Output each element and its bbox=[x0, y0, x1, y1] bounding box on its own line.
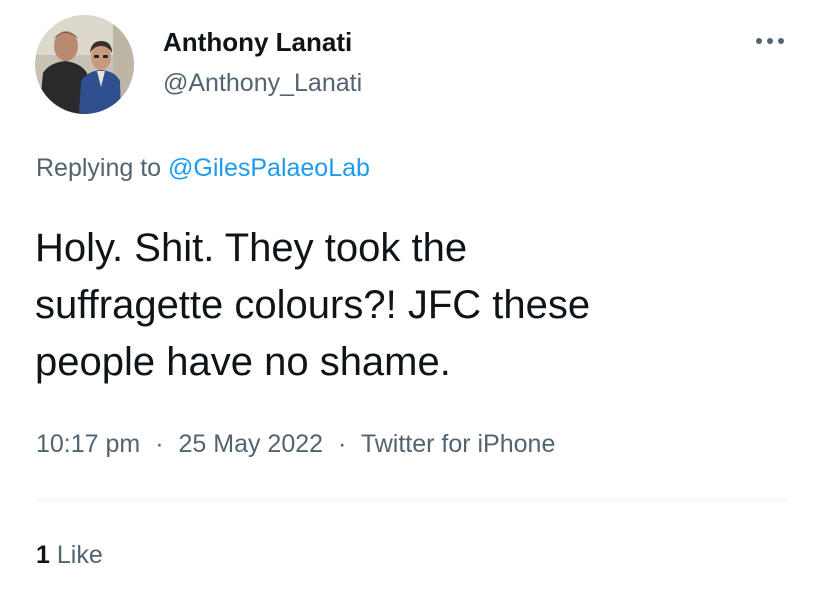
meta-separator: · bbox=[155, 430, 164, 458]
replying-to: Replying to @GilesPalaeoLab bbox=[36, 152, 370, 184]
tweet-text-line: people have no shame. bbox=[35, 340, 451, 384]
like-label: Like bbox=[56, 541, 103, 569]
tweet-text-line: Holy. Shit. They took the bbox=[35, 226, 468, 270]
replying-to-label: Replying to bbox=[36, 154, 162, 182]
divider bbox=[36, 499, 788, 500]
avatar[interactable] bbox=[35, 15, 134, 114]
more-horizontal-icon bbox=[756, 38, 784, 44]
avatar-photo bbox=[35, 15, 134, 114]
more-options-button[interactable] bbox=[752, 26, 788, 56]
tweet-source[interactable]: Twitter for iPhone bbox=[361, 430, 556, 458]
likes-count-link[interactable]: 1 Like bbox=[36, 539, 103, 571]
tweet-metadata: 10:17 pm · 25 May 2022 · Twitter for iPh… bbox=[36, 428, 555, 460]
tweet-date[interactable]: 25 May 2022 bbox=[178, 430, 323, 458]
author-handle[interactable]: @Anthony_Lanati bbox=[163, 67, 362, 99]
reply-target-link[interactable]: @GilesPalaeoLab bbox=[168, 154, 370, 182]
tweet-time[interactable]: 10:17 pm bbox=[36, 430, 140, 458]
author-display-name[interactable]: Anthony Lanati bbox=[163, 26, 352, 58]
like-count: 1 bbox=[36, 541, 50, 569]
meta-separator: · bbox=[337, 430, 347, 458]
tweet-text: Holy. Shit. They took the suffragette co… bbox=[35, 220, 795, 391]
tweet-text-line: suffragette colours?! JFC these bbox=[35, 283, 591, 327]
